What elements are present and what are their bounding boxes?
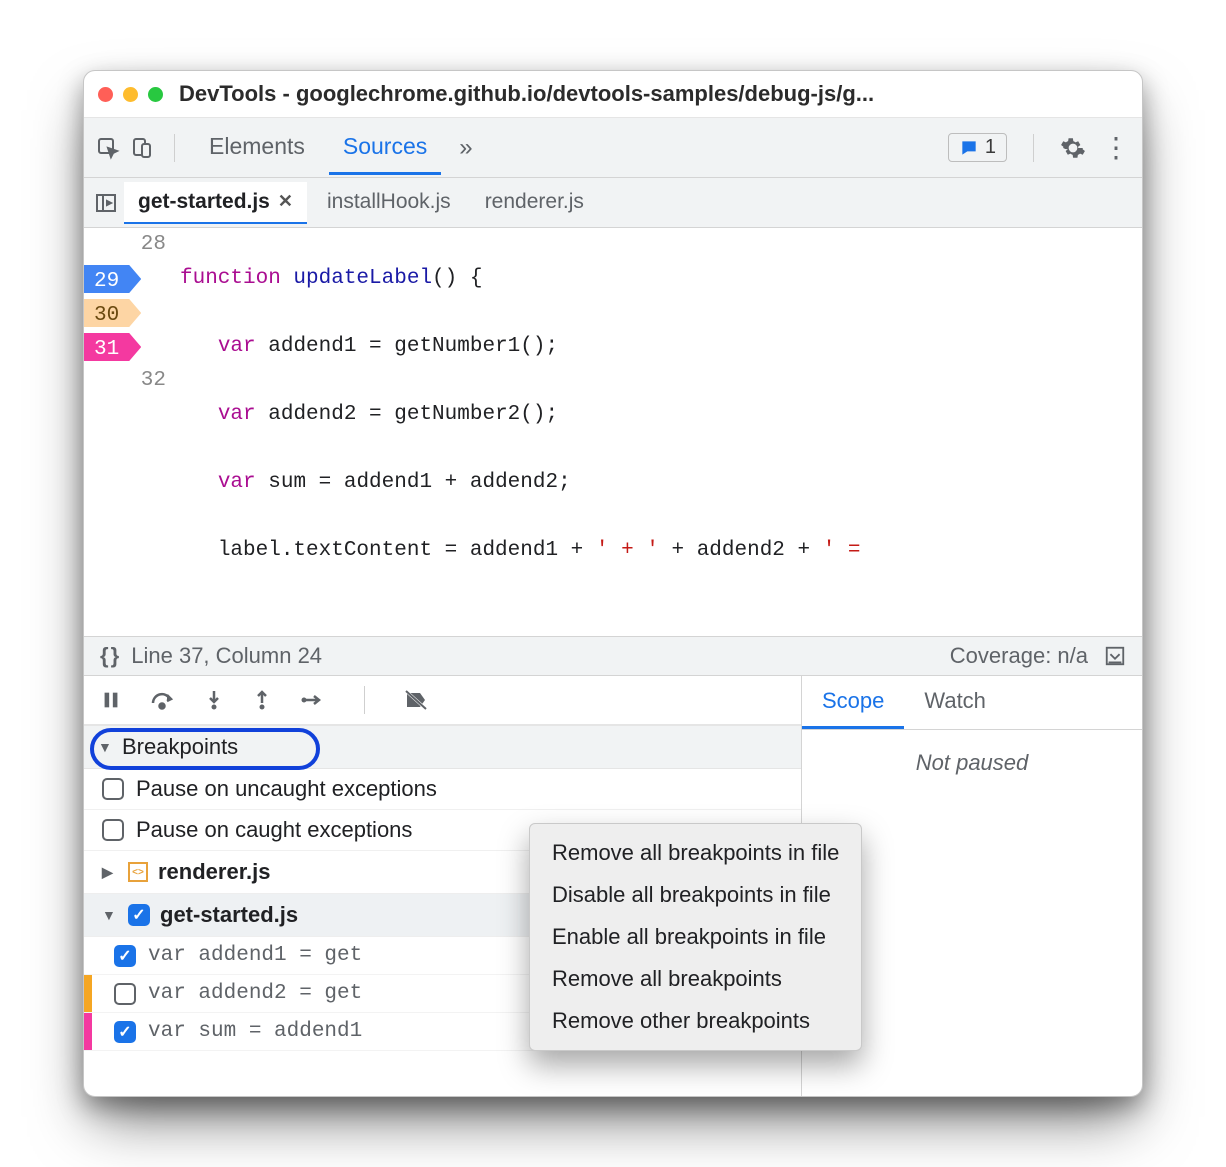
file-name: renderer.js — [158, 859, 271, 885]
close-window-button[interactable] — [98, 87, 113, 102]
device-toggle-icon[interactable] — [130, 136, 154, 160]
file-tab-renderer[interactable]: renderer.js — [471, 182, 598, 224]
pretty-print-icon[interactable]: { } — [100, 643, 117, 669]
file-tab-label: renderer.js — [485, 190, 584, 214]
menu-remove-all[interactable]: Remove all breakpoints — [530, 958, 861, 1000]
tab-elements[interactable]: Elements — [195, 121, 319, 175]
line-number[interactable]: 29 — [94, 265, 127, 299]
disclosure-triangle-icon[interactable]: ▼ — [98, 739, 114, 755]
inspect-element-icon[interactable] — [96, 136, 120, 160]
navigator-toggle-icon[interactable] — [94, 191, 118, 215]
pause-uncaught-row[interactable]: Pause on uncaught exceptions — [84, 769, 801, 810]
editor-statusbar: { } Line 37, Column 24 Coverage: n/a — [84, 636, 1142, 676]
disclosure-triangle-icon[interactable]: ▼ — [102, 907, 118, 923]
checkbox-label: Pause on uncaught exceptions — [136, 776, 437, 802]
js-file-icon: <> — [128, 862, 148, 882]
tab-sources[interactable]: Sources — [329, 121, 441, 175]
file-tab-get-started[interactable]: get-started.js ✕ — [124, 182, 307, 224]
cursor-position: Line 37, Column 24 — [131, 643, 322, 669]
divider — [1033, 134, 1034, 162]
logpoint-stripe — [84, 1013, 92, 1050]
menu-remove-other[interactable]: Remove other breakpoints — [530, 1000, 861, 1042]
checkbox-label: Pause on caught exceptions — [136, 817, 412, 843]
issues-count: 1 — [985, 136, 996, 159]
section-title: Breakpoints — [122, 734, 238, 760]
close-tab-icon[interactable]: ✕ — [278, 191, 293, 212]
devtools-window: DevTools - googlechrome.github.io/devtoo… — [83, 70, 1143, 1097]
source-editor[interactable]: 28 29 ?30 ••31 32 function updateLabel()… — [84, 228, 1142, 636]
maximize-window-button[interactable] — [148, 87, 163, 102]
disclosure-triangle-icon[interactable]: ▶ — [102, 864, 118, 881]
divider — [364, 686, 365, 714]
checkbox[interactable] — [102, 778, 124, 800]
pause-icon[interactable] — [100, 689, 122, 711]
file-tab-bar: get-started.js ✕ installHook.js renderer… — [84, 178, 1142, 228]
menu-enable-all-in-file[interactable]: Enable all breakpoints in file — [530, 916, 861, 958]
issues-badge[interactable]: 1 — [948, 133, 1007, 162]
more-tabs-icon[interactable]: » — [451, 134, 480, 162]
deactivate-breakpoints-icon[interactable] — [403, 688, 429, 712]
titlebar: DevTools - googlechrome.github.io/devtoo… — [84, 71, 1142, 118]
main-toolbar: Elements Sources » 1 ⋮ — [84, 118, 1142, 178]
collapse-icon[interactable] — [1104, 645, 1126, 667]
conditional-stripe — [84, 975, 92, 1012]
not-paused-text: Not paused — [916, 750, 1029, 775]
debug-controls — [84, 676, 801, 725]
code-area[interactable]: function updateLabel() { var addend1 = g… — [174, 228, 1142, 636]
file-tab-installhook[interactable]: installHook.js — [313, 182, 465, 224]
file-tab-label: installHook.js — [327, 190, 451, 214]
breakpoints-section-header[interactable]: ▼ Breakpoints — [84, 725, 801, 769]
minimize-window-button[interactable] — [123, 87, 138, 102]
step-out-icon[interactable] — [252, 689, 272, 711]
breakpoint-snippet: var addend2 = get — [148, 982, 362, 1005]
checkbox[interactable] — [128, 904, 150, 926]
file-tab-label: get-started.js — [138, 190, 270, 214]
step-over-icon[interactable] — [150, 689, 176, 711]
checkbox[interactable] — [102, 819, 124, 841]
right-tabs: Scope Watch — [802, 676, 1142, 730]
breakpoint-snippet: var addend1 = get — [148, 944, 362, 967]
menu-remove-all-in-file[interactable]: Remove all breakpoints in file — [530, 832, 861, 874]
scope-body: Not paused — [802, 730, 1142, 796]
checkbox[interactable] — [114, 1021, 136, 1043]
line-number[interactable]: 30 — [94, 299, 127, 333]
file-name: get-started.js — [160, 902, 298, 928]
menu-disable-all-in-file[interactable]: Disable all breakpoints in file — [530, 874, 861, 916]
line-number: 28 — [114, 228, 174, 262]
window-controls — [98, 87, 163, 102]
context-menu: Remove all breakpoints in file Disable a… — [529, 823, 862, 1051]
watch-tab[interactable]: Watch — [904, 676, 1006, 729]
window-title: DevTools - googlechrome.github.io/devtoo… — [179, 81, 874, 107]
kebab-menu-icon[interactable]: ⋮ — [1102, 143, 1130, 153]
checkbox[interactable] — [114, 945, 136, 967]
chat-icon — [959, 138, 979, 158]
breakpoint-snippet: var sum = addend1 — [148, 1020, 362, 1043]
step-icon[interactable] — [300, 689, 326, 711]
step-into-icon[interactable] — [204, 689, 224, 711]
line-number: 32 — [114, 364, 174, 398]
settings-icon[interactable] — [1060, 135, 1086, 161]
gutter: 28 29 ?30 ••31 32 — [84, 228, 174, 636]
scope-tab[interactable]: Scope — [802, 676, 904, 729]
checkbox[interactable] — [114, 983, 136, 1005]
coverage-status: Coverage: n/a — [950, 643, 1088, 669]
divider — [174, 134, 175, 162]
